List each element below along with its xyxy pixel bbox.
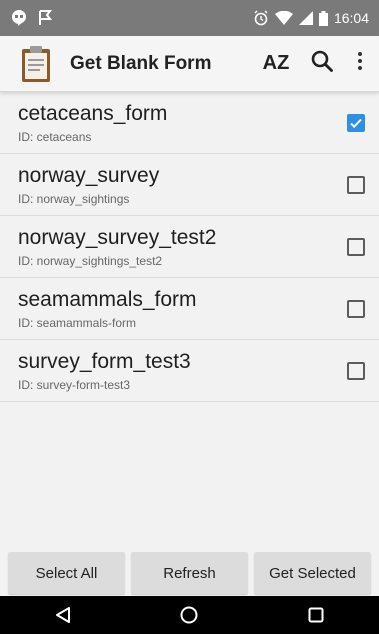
form-name: norway_survey xyxy=(18,164,160,187)
back-icon xyxy=(56,607,71,623)
action-bar-actions: AZ xyxy=(253,40,379,88)
form-id: ID: norway_sightings xyxy=(18,192,130,206)
form-id: ID: seamammals-form xyxy=(18,316,137,330)
overflow-menu-button[interactable] xyxy=(345,40,375,88)
wifi-icon xyxy=(274,11,293,25)
status-right: 16:04 xyxy=(253,10,369,26)
list-item[interactable]: seamammals_form ID: seamammals-form xyxy=(0,278,379,340)
form-checkbox[interactable] xyxy=(347,238,365,256)
button-bar: Select All Refresh Get Selected xyxy=(0,552,379,596)
screen: 16:04 Get Blank Form AZ cetaceans_form I… xyxy=(0,0,379,634)
hangouts-notification-icon xyxy=(10,9,28,27)
recents-icon xyxy=(308,607,324,623)
back-button[interactable] xyxy=(33,596,93,634)
refresh-button[interactable]: Refresh xyxy=(131,552,248,594)
form-checkbox[interactable] xyxy=(347,300,365,318)
form-id: ID: cetaceans xyxy=(18,130,92,144)
home-icon xyxy=(180,606,198,624)
search-icon xyxy=(311,50,333,77)
battery-icon xyxy=(318,10,328,26)
list-item[interactable]: norway_survey ID: norway_sightings xyxy=(0,154,379,216)
clipboard-icon xyxy=(18,44,54,84)
status-time: 16:04 xyxy=(333,10,369,26)
form-checkbox[interactable] xyxy=(347,176,365,194)
status-bar: 16:04 xyxy=(0,0,379,36)
home-button[interactable] xyxy=(159,596,219,634)
search-button[interactable] xyxy=(299,40,345,88)
form-name: norway_survey_test2 xyxy=(18,226,217,249)
cell-signal-icon xyxy=(298,11,313,25)
form-name: cetaceans_form xyxy=(18,102,168,125)
checkmark-icon xyxy=(350,118,362,129)
recents-button[interactable] xyxy=(286,596,346,634)
form-name: survey_form_test3 xyxy=(18,350,191,373)
overflow-menu-icon xyxy=(357,51,363,76)
navigation-bar xyxy=(0,596,379,634)
get-selected-button[interactable]: Get Selected xyxy=(254,552,371,594)
list-item[interactable]: cetaceans_form ID: cetaceans xyxy=(0,92,379,154)
sort-az-icon: AZ xyxy=(262,52,290,74)
action-bar: Get Blank Form AZ xyxy=(0,36,379,92)
alarm-icon xyxy=(253,10,269,26)
list-item[interactable]: norway_survey_test2 ID: norway_sightings… xyxy=(0,216,379,278)
form-list: cetaceans_form ID: cetaceans norway_surv… xyxy=(0,92,379,402)
flag-notification-icon xyxy=(38,9,54,27)
sort-button[interactable]: AZ xyxy=(253,40,299,88)
select-all-button[interactable]: Select All xyxy=(8,552,125,594)
form-id: ID: norway_sightings_test2 xyxy=(18,254,163,268)
form-id: ID: survey-form-test3 xyxy=(18,378,131,392)
status-left xyxy=(10,9,54,27)
list-item[interactable]: survey_form_test3 ID: survey-form-test3 xyxy=(0,340,379,402)
form-checkbox[interactable] xyxy=(347,114,365,132)
form-name: seamammals_form xyxy=(18,288,197,311)
page-title: Get Blank Form xyxy=(70,52,212,74)
form-checkbox[interactable] xyxy=(347,362,365,380)
